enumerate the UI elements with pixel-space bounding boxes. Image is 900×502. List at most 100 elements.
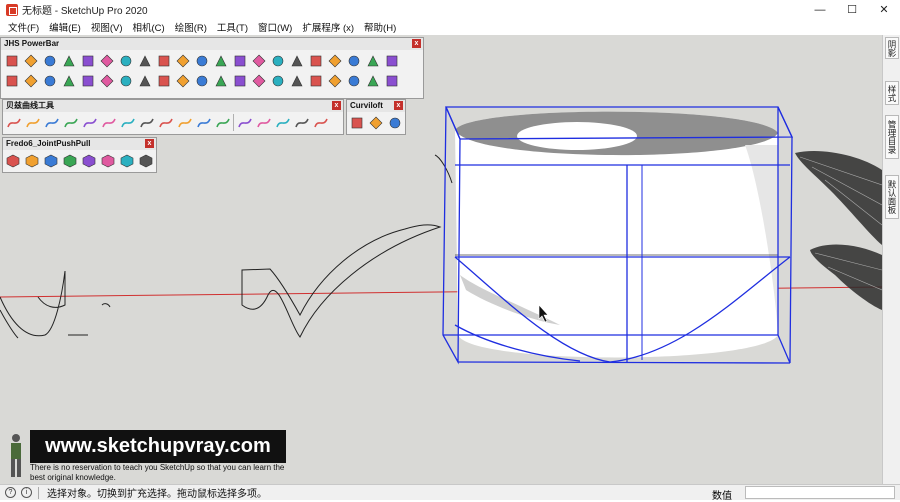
menu-draw[interactable]: 绘图(R) (170, 20, 212, 34)
tray-tab-styles[interactable]: 样式 (885, 81, 899, 105)
toolbar-tool-icon[interactable] (136, 72, 153, 89)
toolbar-tool-icon[interactable] (5, 114, 22, 131)
toolbar-tool-icon[interactable] (250, 72, 267, 89)
toolbar-tool-icon[interactable] (255, 114, 272, 131)
toolbar-tool-icon[interactable] (24, 114, 41, 131)
toolbar-tool-icon[interactable] (269, 72, 286, 89)
toolbar-tool-icon[interactable] (41, 72, 58, 89)
menu-file[interactable]: 文件(F) (3, 20, 44, 34)
toolbar-tool-icon[interactable] (117, 72, 134, 89)
toolbar-tool-icon[interactable] (155, 52, 172, 69)
toolbar-tool-icon[interactable] (100, 114, 117, 131)
toolbar-tool-icon[interactable] (326, 72, 343, 89)
toolbar-tool-icon[interactable] (307, 52, 324, 69)
toolbar-tool-icon[interactable] (24, 152, 41, 169)
toolbar-tool-icon[interactable] (136, 52, 153, 69)
toolbar-tool-icon[interactable] (386, 114, 403, 131)
toolbar-tool-icon[interactable] (3, 52, 20, 69)
toolbar-tool-icon[interactable] (41, 52, 58, 69)
toolbar-tool-icon[interactable] (99, 152, 116, 169)
toolbar-tool-icon[interactable] (43, 114, 60, 131)
toolbar-tool-icon[interactable] (60, 52, 77, 69)
toolbar-tool-icon[interactable] (368, 114, 385, 131)
toolbar-close-button[interactable]: x (145, 139, 154, 148)
toolbar-tool-icon[interactable] (193, 72, 210, 89)
toolbar-tool-icon[interactable] (81, 152, 98, 169)
toolbar-tool-icon[interactable] (326, 52, 343, 69)
toolbar-title[interactable]: Curviloft x (347, 100, 405, 112)
toolbar-tool-icon[interactable] (22, 52, 39, 69)
toolbar-tool-icon[interactable] (79, 72, 96, 89)
toolbar-tool-icon[interactable] (137, 152, 154, 169)
toolbar-tool-icon[interactable] (22, 72, 39, 89)
info-icon[interactable]: i (21, 487, 32, 498)
toolbar-tool-icon[interactable] (312, 114, 329, 131)
tray-tab-default-panel[interactable]: 默认面板 (885, 175, 899, 219)
toolbar-tool-icon[interactable] (138, 114, 155, 131)
toolbar-tool-icon[interactable] (293, 114, 310, 131)
toolbar-tool-icon[interactable] (118, 152, 135, 169)
toolbar-tool-icon[interactable] (231, 72, 248, 89)
model-viewport[interactable]: JHS PowerBar x 贝兹曲线工具 x Curviloft x Fred… (0, 35, 882, 484)
toolbar-tool-icon[interactable] (157, 114, 174, 131)
toolbar-tool-icon[interactable] (364, 72, 381, 89)
toolbar-close-button[interactable]: x (412, 39, 421, 48)
toolbar-tool-icon[interactable] (364, 52, 381, 69)
toolbar-tool-icon[interactable] (231, 52, 248, 69)
toolbar-tool-icon[interactable] (345, 52, 362, 69)
toolbar-tool-icon[interactable] (307, 72, 324, 89)
toolbar-tool-icon[interactable] (176, 114, 193, 131)
toolbar-tool-icon[interactable] (98, 52, 115, 69)
toolbar-tool-icon[interactable] (349, 114, 366, 131)
toolbar-tool-icon[interactable] (195, 114, 212, 131)
close-button[interactable]: ✕ (868, 0, 900, 19)
menu-tools[interactable]: 工具(T) (212, 20, 253, 34)
toolbar-tool-icon[interactable] (43, 152, 60, 169)
toolbar-tool-icon[interactable] (345, 72, 362, 89)
toolbar-title[interactable]: JHS PowerBar x (1, 38, 423, 50)
watermark-banner: www.sketchupvray.com (30, 430, 286, 463)
toolbar-tool-icon[interactable] (155, 72, 172, 89)
toolbar-tool-icon[interactable] (79, 52, 96, 69)
tray-tab-shadows[interactable]: 阴影 (885, 37, 899, 59)
menu-window[interactable]: 窗口(W) (253, 20, 297, 34)
toolbar-close-button[interactable]: x (332, 101, 341, 110)
toolbar-tool-icon[interactable] (212, 52, 229, 69)
toolbar-title[interactable]: 贝兹曲线工具 x (3, 100, 343, 112)
toolbar-tool-icon[interactable] (3, 72, 20, 89)
menu-help[interactable]: 帮助(H) (359, 20, 401, 34)
toolbar-tool-icon[interactable] (236, 114, 253, 131)
menu-edit[interactable]: 编辑(E) (44, 20, 86, 34)
menu-view[interactable]: 视图(V) (86, 20, 128, 34)
toolbar-tool-icon[interactable] (250, 52, 267, 69)
toolbar-tool-icon[interactable] (288, 72, 305, 89)
minimize-button[interactable]: — (804, 0, 836, 19)
menu-extensions[interactable]: 扩展程序 (x) (297, 20, 359, 34)
toolbar-tool-icon[interactable] (214, 114, 231, 131)
toolbar-tool-icon[interactable] (212, 72, 229, 89)
toolbar-tool-icon[interactable] (81, 114, 98, 131)
toolbar-tool-icon[interactable] (174, 72, 191, 89)
toolbar-tool-icon[interactable] (62, 114, 79, 131)
toolbar-tool-icon[interactable] (269, 52, 286, 69)
toolbar-tool-icon[interactable] (383, 52, 400, 69)
toolbar-close-button[interactable]: x (394, 101, 403, 110)
help-icon[interactable]: ? (5, 487, 16, 498)
toolbar-tool-icon[interactable] (60, 72, 77, 89)
toolbar-tool-icon[interactable] (5, 152, 22, 169)
toolbar-tool-icon[interactable] (174, 52, 191, 69)
measurements-input[interactable] (745, 486, 895, 499)
toolbar-tool-icon[interactable] (288, 52, 305, 69)
maximize-button[interactable]: ☐ (836, 0, 868, 19)
tray-tab-manage-directory[interactable]: 管理目录 (885, 115, 899, 159)
toolbar-title[interactable]: Fredo6_JointPushPull x (3, 138, 156, 150)
toolbar-tool-icon[interactable] (193, 52, 210, 69)
toolbar-tool-icon[interactable] (98, 72, 115, 89)
toolbar-tool-icon[interactable] (62, 152, 79, 169)
toolbar-tool-icon[interactable] (274, 114, 291, 131)
toolbar-tool-icon[interactable] (117, 52, 134, 69)
toolbar-tool-icon[interactable] (383, 72, 400, 89)
status-message: 选择对象。切换到扩充选择。拖动鼠标选择多项。 (47, 489, 267, 500)
menu-camera[interactable]: 相机(C) (127, 20, 169, 34)
toolbar-tool-icon[interactable] (119, 114, 136, 131)
